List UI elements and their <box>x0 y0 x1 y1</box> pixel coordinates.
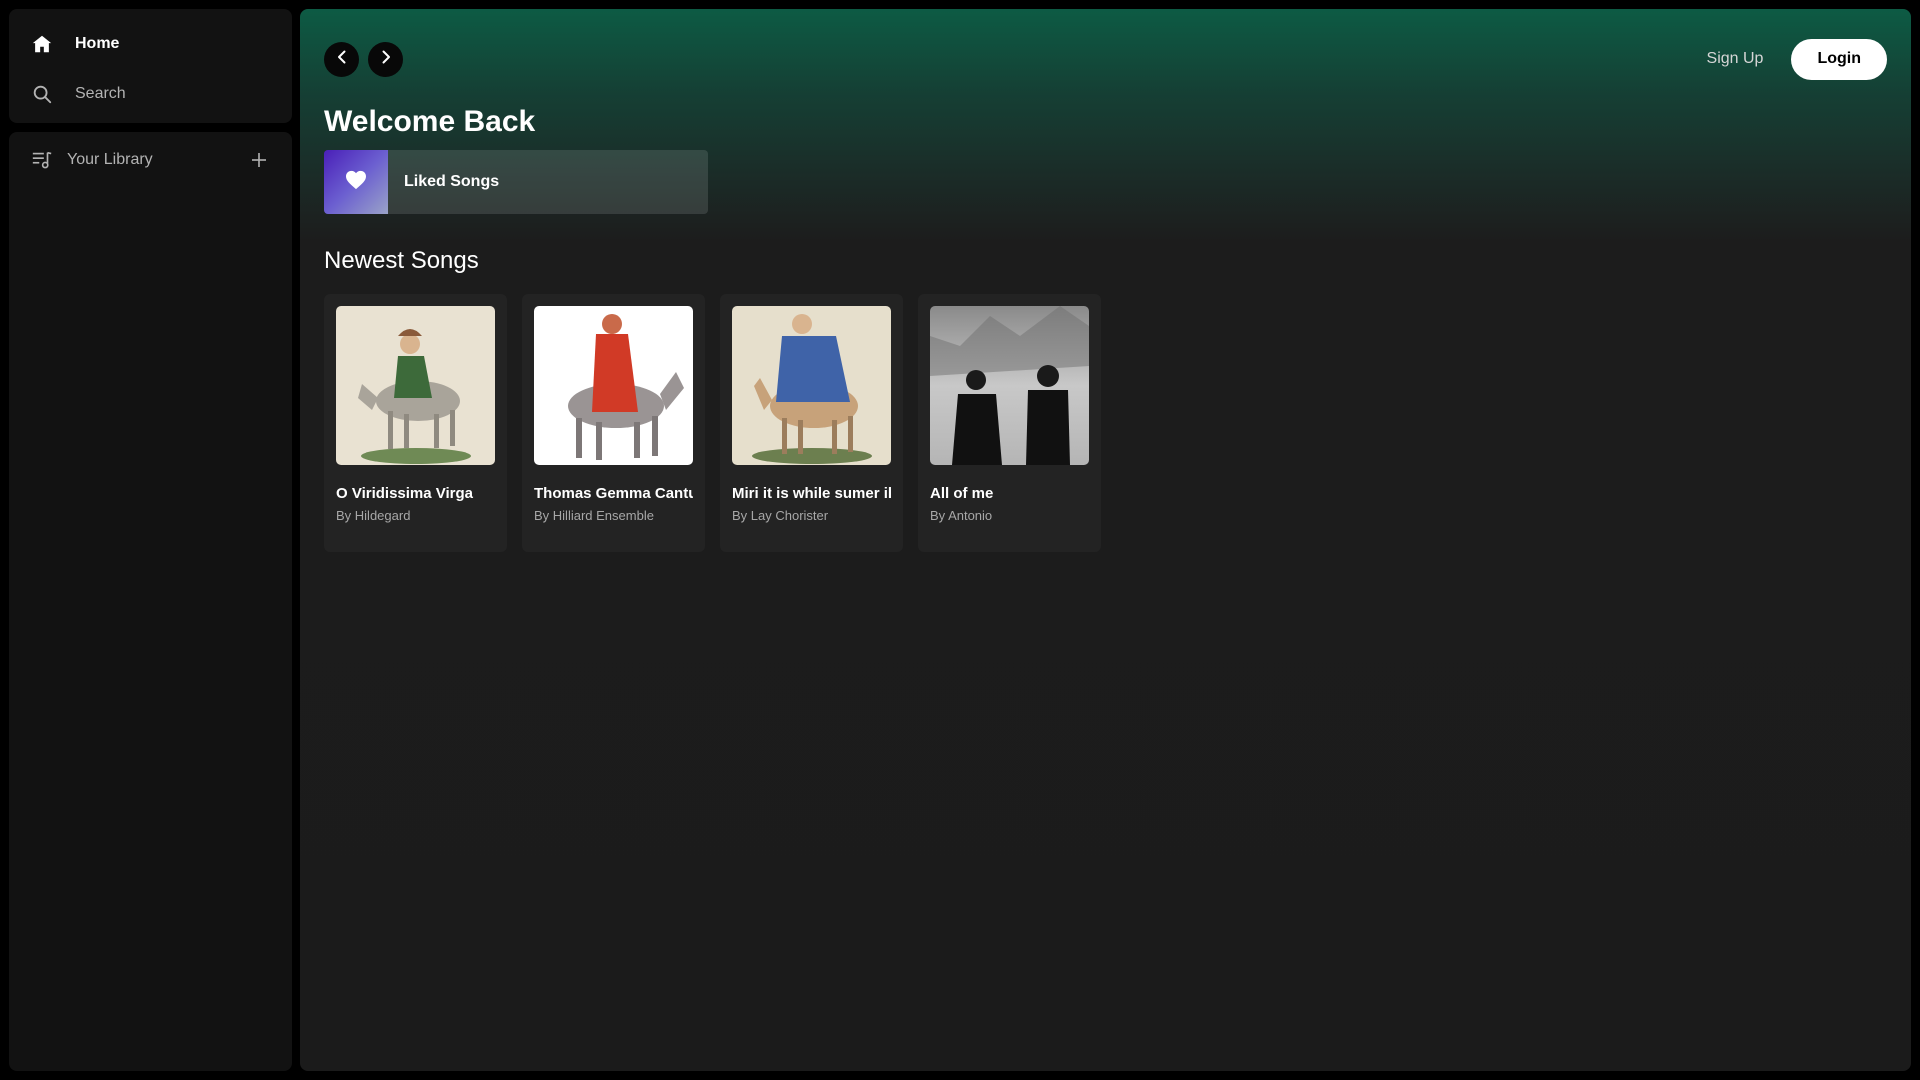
sidebar-item-search[interactable]: Search <box>29 79 272 109</box>
chevron-left-icon <box>334 49 350 70</box>
song-artist: By Hildegard <box>336 508 411 523</box>
forward-button[interactable] <box>368 41 403 77</box>
liked-songs-tile[interactable]: Liked Songs <box>324 150 708 214</box>
song-artist: By Lay Chorister <box>732 508 829 523</box>
home-icon <box>29 31 55 57</box>
song-cover <box>336 306 495 465</box>
sidebar-item-label: Search <box>75 85 126 102</box>
signup-button[interactable]: Sign Up <box>1707 50 1764 68</box>
song-cover <box>930 306 1089 465</box>
sidebar-item-label: Home <box>75 35 120 52</box>
library-panel: Your Library <box>9 132 292 1071</box>
song-list: O Viridissima Virga By Hildegard Thomas … <box>324 294 1101 552</box>
liked-songs-label: Liked Songs <box>404 173 500 190</box>
heart-icon <box>345 170 367 195</box>
song-cover <box>732 306 891 465</box>
song-artist: By Antonio <box>930 508 993 523</box>
login-button[interactable]: Login <box>1791 38 1887 80</box>
liked-songs-thumb <box>324 150 388 214</box>
song-artist: By Hilliard Ensemble <box>534 508 654 523</box>
main-content: Sign Up Login Welcome Back Liked Songs N… <box>300 9 1911 1071</box>
library-label: Your Library <box>67 151 153 168</box>
song-card[interactable]: Thomas Gemma Cantuariae By Hilliard Ense… <box>522 294 705 552</box>
song-card[interactable]: O Viridissima Virga By Hildegard <box>324 294 507 552</box>
song-card[interactable]: Miri it is while sumer ilast By Lay Chor… <box>720 294 903 552</box>
search-icon <box>29 81 55 107</box>
sidebar-item-home[interactable]: Home <box>29 29 272 59</box>
song-title: Miri it is while sumer ilast <box>732 485 891 502</box>
song-card[interactable]: All of me By Antonio <box>918 294 1101 552</box>
chevron-right-icon <box>378 49 394 70</box>
song-cover <box>534 306 693 465</box>
section-title: Newest Songs <box>324 247 479 274</box>
page-title: Welcome Back <box>324 105 536 138</box>
top-bar: Sign Up Login <box>324 38 1887 80</box>
song-title: All of me <box>930 485 994 502</box>
library-header[interactable]: Your Library <box>9 132 292 188</box>
app-window: Home Search Your Library Sign Up Login W… <box>0 0 1920 1080</box>
sidebar-nav: Home Search <box>9 9 292 123</box>
plus-icon[interactable] <box>246 147 272 173</box>
song-title: Thomas Gemma Cantuariae <box>534 485 693 502</box>
song-title: O Viridissima Virga <box>336 485 474 502</box>
back-button[interactable] <box>324 41 359 77</box>
library-icon <box>29 147 55 173</box>
